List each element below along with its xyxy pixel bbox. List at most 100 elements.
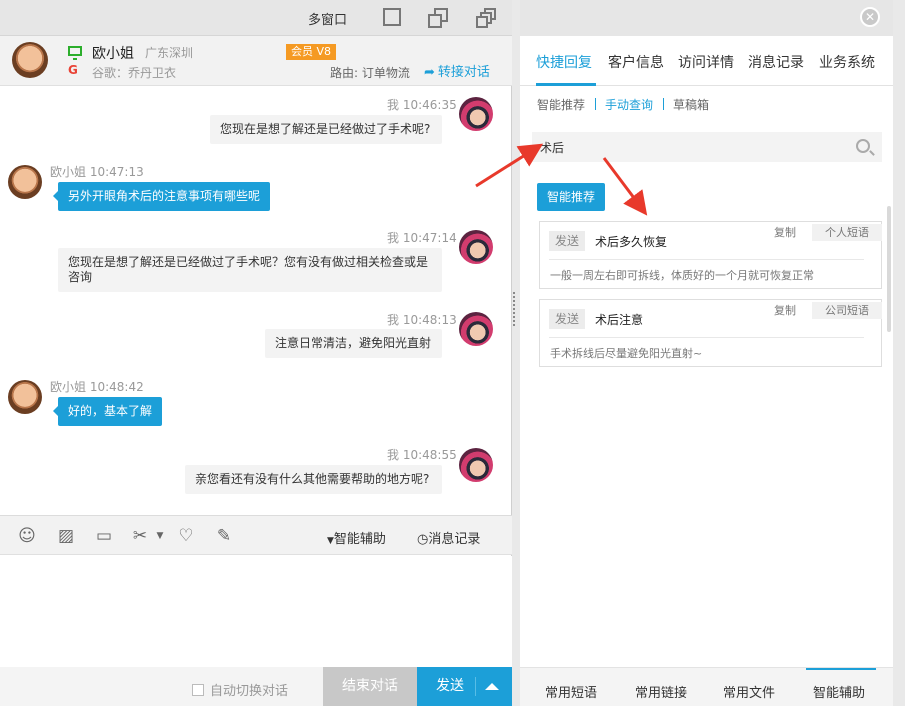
customer-avatar: [8, 380, 42, 414]
send-button[interactable]: 发送: [417, 667, 512, 706]
caret-down-icon: ▼: [327, 536, 334, 546]
send-reply-button[interactable]: 发送: [549, 309, 585, 329]
panel-splitter-handle[interactable]: [513, 292, 515, 326]
message-log-button[interactable]: ◷消息记录: [417, 528, 480, 547]
transfer-arrow-icon: ➦: [424, 65, 435, 80]
cascade-windows-icon[interactable]: [476, 8, 498, 30]
caret-down-icon[interactable]: ▼: [150, 526, 170, 546]
close-icon[interactable]: ✕: [860, 7, 880, 27]
end-chat-button[interactable]: 结束对话: [323, 667, 417, 706]
quick-reply-card: 发送 术后多久恢复 复制 个人短语 一般一周左右即可拆线，体质好的一个月就可恢复…: [539, 221, 882, 289]
scissors-icon[interactable]: ✂: [130, 526, 150, 546]
results-scrollbar[interactable]: [887, 206, 891, 332]
tab-visit-details[interactable]: 访问详情: [678, 52, 734, 72]
send-options-icon[interactable]: [485, 683, 499, 690]
transfer-chat-button[interactable]: ➦ 转接对话: [424, 61, 490, 80]
bottom-tab-common-files[interactable]: 常用文件: [723, 682, 775, 701]
send-reply-button[interactable]: 发送: [549, 231, 585, 251]
subtab-manual-search[interactable]: 手动查询: [605, 96, 653, 113]
member-badge: 会员 V8: [286, 44, 337, 60]
tab-business-system[interactable]: 业务系统: [819, 52, 875, 72]
subtab-divider: [663, 98, 664, 110]
folder-icon[interactable]: ▭: [94, 526, 114, 546]
subtab-smart-recommend[interactable]: 智能推荐: [537, 96, 585, 113]
reply-content[interactable]: 一般一周左右即可拆线，体质好的一个月就可恢复正常: [550, 267, 814, 283]
send-label: 发送: [436, 678, 464, 694]
smart-recommend-button[interactable]: 智能推荐: [537, 183, 605, 211]
active-bottom-tab-indicator: [806, 668, 876, 670]
restore-icon[interactable]: [428, 8, 450, 30]
reply-title: 术后多久恢复: [595, 235, 668, 249]
google-icon: G: [68, 63, 78, 77]
copy-reply-button[interactable]: 复制: [774, 224, 796, 240]
side-panel: ✕ 快捷回复 客户信息 访问详情 消息记录 业务系统 智能推荐 手动查询 草稿箱…: [520, 0, 893, 706]
message-list[interactable]: 我 10:46:35 您现在是想了解还是已经做过了手术呢? 欧小姐 10:47:…: [0, 87, 512, 515]
card-divider: [549, 259, 864, 260]
window-edge: [893, 0, 905, 706]
multi-window-label[interactable]: 多窗口: [308, 9, 347, 28]
reply-category: 公司短语: [812, 302, 882, 319]
evaluate-icon[interactable]: ✎: [214, 526, 234, 546]
side-panel-bottom-tabs: 常用短语 常用链接 常用文件 智能辅助: [520, 667, 893, 706]
heart-icon[interactable]: ♡: [176, 526, 196, 546]
quick-reply-subtabs: 智能推荐 手动查询 草稿箱: [520, 96, 893, 116]
auto-switch-checkbox[interactable]: 自动切换对话: [192, 680, 288, 699]
side-panel-titlebar: ✕: [520, 0, 893, 36]
search-icon[interactable]: [856, 139, 870, 153]
tab-message-log[interactable]: 消息记录: [748, 52, 804, 72]
reply-title: 术后注意: [595, 313, 644, 327]
bottom-tab-common-links[interactable]: 常用链接: [635, 682, 687, 701]
message-time: 我 10:46:35: [387, 98, 457, 112]
clock-icon: ◷: [417, 532, 429, 547]
message-bubble-customer: 好的，基本了解: [52, 397, 163, 426]
search-input[interactable]: [540, 138, 840, 156]
chat-panel: 多窗口 欧小姐 广东深圳 会员 V8 G 谷歌：乔丹卫衣 路由: 订单物流 ➦ …: [0, 0, 512, 706]
route-label: 路由: 订单物流: [330, 66, 410, 80]
message-time: 欧小姐 10:47:13: [50, 165, 144, 179]
quick-reply-card: 发送 术后注意 复制 公司短语 手术拆线后尽量避免阳光直射~: [539, 299, 882, 367]
copy-reply-button[interactable]: 复制: [774, 302, 796, 318]
chat-toolbar: ☺ ▨ ▭ ✂ ▼ ♡ ✎ ▼智能辅助 ◷消息记录: [0, 515, 512, 555]
maximize-icon[interactable]: [383, 8, 405, 30]
visitor-avatar[interactable]: [12, 42, 48, 78]
monitor-icon: [68, 46, 82, 60]
message-bubble-agent: 您现在是想了解还是已经做过了手术呢？您有没有做过相关检查或是咨询: [58, 248, 442, 292]
agent-avatar: [459, 448, 493, 482]
message-time: 我 10:48:13: [387, 313, 457, 327]
card-divider: [549, 337, 864, 338]
active-tab-indicator: [536, 83, 596, 86]
side-panel-tabs: 快捷回复 客户信息 访问详情 消息记录 业务系统: [520, 36, 893, 86]
message-input[interactable]: [0, 556, 512, 667]
message-time: 欧小姐 10:48:42: [50, 380, 144, 394]
reply-category: 个人短语: [812, 224, 882, 241]
chat-footer: 自动切换对话 结束对话 发送: [0, 667, 512, 706]
search-box: [532, 132, 882, 162]
bottom-tab-common-phrases[interactable]: 常用短语: [545, 682, 597, 701]
customer-avatar: [8, 165, 42, 199]
send-divider: [475, 677, 476, 696]
agent-avatar: [459, 312, 493, 346]
bottom-tab-smart-assist[interactable]: 智能辅助: [813, 682, 865, 701]
subtab-divider: [595, 98, 596, 110]
app-window: 多窗口 欧小姐 广东深圳 会员 V8 G 谷歌：乔丹卫衣 路由: 订单物流 ➦ …: [0, 0, 905, 706]
emoji-icon[interactable]: ☺: [17, 526, 37, 546]
image-icon[interactable]: ▨: [56, 526, 76, 546]
tab-customer-info[interactable]: 客户信息: [608, 52, 664, 72]
message-bubble-agent: 您现在是想了解还是已经做过了手术呢?: [210, 115, 442, 144]
visitor-name: 欧小姐: [92, 46, 134, 62]
visitor-header: 欧小姐 广东深圳 会员 V8 G 谷歌：乔丹卫衣 路由: 订单物流 ➦ 转接对话: [0, 36, 512, 86]
subtab-drafts[interactable]: 草稿箱: [673, 96, 709, 113]
checkbox-icon[interactable]: [192, 684, 204, 696]
message-bubble-agent: 亲您看还有没有什么其他需要帮助的地方呢?: [185, 465, 442, 494]
visitor-source: 谷歌：乔丹卫衣: [92, 66, 177, 80]
message-time: 我 10:47:14: [387, 231, 457, 245]
message-time: 我 10:48:55: [387, 448, 457, 462]
message-bubble-customer: 另外开眼角术后的注意事项有哪些呢: [52, 182, 271, 211]
tab-quick-reply[interactable]: 快捷回复: [536, 52, 592, 72]
message-bubble-agent: 注意日常清洁，避免阳光直射: [265, 329, 442, 358]
chat-titlebar: 多窗口: [0, 0, 512, 36]
agent-avatar: [459, 97, 493, 131]
smart-assist-toggle[interactable]: ▼智能辅助: [327, 528, 386, 547]
reply-content[interactable]: 手术拆线后尽量避免阳光直射~: [550, 345, 702, 361]
agent-avatar: [459, 230, 493, 264]
